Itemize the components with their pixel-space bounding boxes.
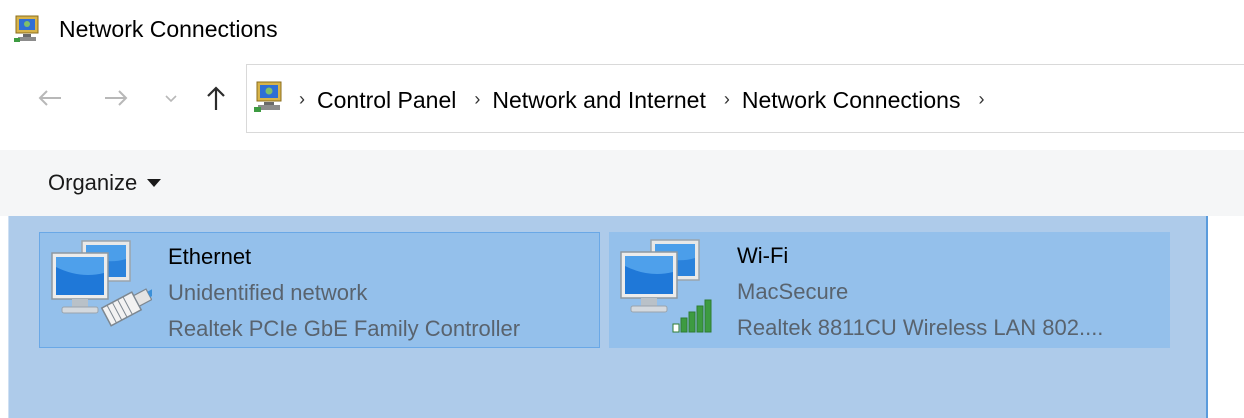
connection-tile-wifi[interactable]: Wi-Fi MacSecure Realtek 8811CU Wireless … [609, 232, 1170, 348]
recent-locations-button[interactable] [158, 76, 184, 120]
arrow-left-icon [38, 90, 61, 106]
connection-name: Wi-Fi [737, 243, 789, 268]
breadcrumb-network-and-internet[interactable]: Network and Internet [492, 85, 706, 115]
address-bar[interactable]: › Control Panel › Network and Internet ›… [246, 64, 1244, 133]
breadcrumb-control-panel[interactable]: Control Panel [317, 85, 456, 115]
network-connections-icon [14, 15, 39, 42]
breadcrumb-separator[interactable]: › [474, 89, 480, 110]
connection-status: MacSecure [737, 279, 849, 304]
connection-details: Ethernet Unidentified network Realtek PC… [168, 239, 520, 347]
caret-down-icon [147, 179, 162, 187]
signal-strength-icon [672, 299, 712, 333]
ethernet-adapter-icon [51, 240, 152, 327]
control-panel-network-icon [254, 81, 282, 112]
forward-button[interactable] [96, 76, 136, 120]
connection-status: Unidentified network [168, 280, 368, 305]
chevron-down-icon [165, 95, 177, 103]
command-bar: Organize [0, 150, 1244, 216]
window-title: Network Connections [59, 16, 278, 42]
connection-details: Wi-Fi MacSecure Realtek 8811CU Wireless … [737, 238, 1103, 346]
connection-device: Realtek 8811CU Wireless LAN 802.... [737, 315, 1104, 340]
breadcrumb-separator[interactable]: › [299, 89, 305, 110]
arrow-right-icon [105, 90, 128, 106]
organize-label: Organize [48, 170, 138, 195]
breadcrumb-separator[interactable]: › [978, 89, 984, 110]
back-button[interactable] [30, 76, 70, 120]
connection-device: Realtek PCIe GbE Family Controller [168, 316, 521, 341]
connection-name: Ethernet [168, 244, 252, 269]
up-button[interactable] [196, 76, 236, 120]
connection-tile-ethernet[interactable]: Ethernet Unidentified network Realtek PC… [39, 232, 600, 348]
organize-button[interactable]: Organize [48, 167, 162, 199]
connections-view[interactable]: Ethernet Unidentified network Realtek PC… [8, 216, 1208, 418]
breadcrumb-separator[interactable]: › [724, 89, 730, 110]
arrow-up-icon [207, 86, 225, 110]
navigation-bar: › Control Panel › Network and Internet ›… [0, 62, 1244, 140]
breadcrumb-network-connections[interactable]: Network Connections [742, 85, 961, 115]
wifi-adapter-icon [620, 239, 712, 333]
breadcrumb: › Control Panel › Network and Internet ›… [299, 65, 996, 134]
title-bar: Network Connections [0, 0, 1244, 58]
